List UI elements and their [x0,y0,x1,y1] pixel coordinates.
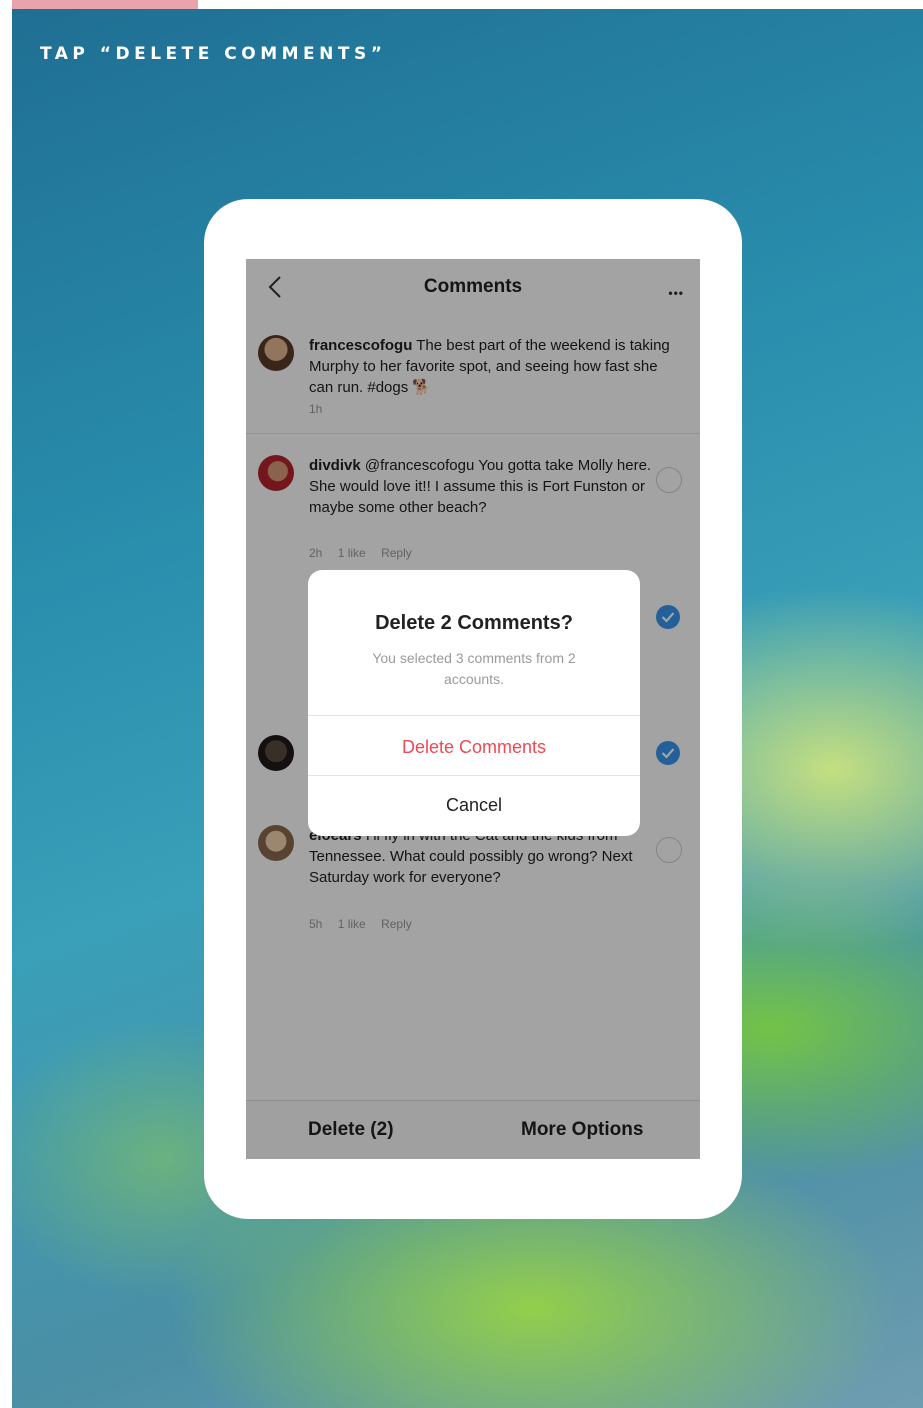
divider [308,715,640,716]
instruction-headline: TAP “DELETE COMMENTS” [40,44,387,64]
divider [308,775,640,776]
cancel-button[interactable]: Cancel [308,795,640,816]
delete-comments-button[interactable]: Delete Comments [308,737,640,758]
header-accent-bar [12,0,198,9]
dialog-title: Delete 2 Comments? [375,612,573,634]
phone-screen: Comments ••• francescofogu The best part… [246,259,700,1159]
delete-confirm-dialog: Delete 2 Comments? You selected 3 commen… [308,570,640,836]
dialog-message: You selected 3 comments from 2 accounts. [372,650,576,687]
